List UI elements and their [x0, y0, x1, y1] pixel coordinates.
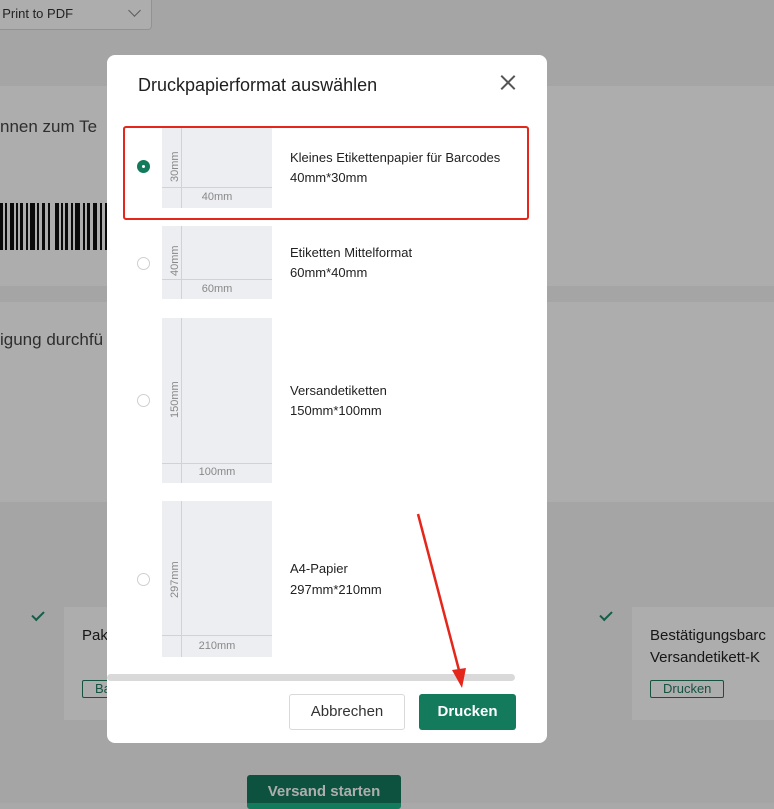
paper-height-label: 40mm — [169, 245, 181, 276]
annotation-highlight-box — [123, 126, 529, 220]
paper-preview: 210mm 297mm — [162, 501, 272, 657]
radio-unselected[interactable] — [137, 257, 150, 270]
dialog-title: Druckpapierformat auswählen — [138, 75, 378, 95]
horizontal-scrollbar[interactable] — [107, 674, 515, 681]
option-name: Etiketten Mittelformat — [290, 245, 413, 260]
paper-width-label: 210mm — [198, 640, 236, 652]
radio-unselected[interactable] — [137, 394, 150, 407]
close-icon[interactable] — [496, 71, 520, 95]
paper-width-label: 100mm — [198, 466, 236, 478]
paper-preview: 100mm 150mm — [162, 318, 272, 483]
option-name: Versandetiketten — [290, 383, 387, 398]
option-size: 150mm*100mm — [290, 403, 382, 418]
option-size: 297mm*210mm — [290, 582, 382, 597]
print-button[interactable]: Drucken — [419, 694, 516, 730]
option-size: 60mm*40mm — [290, 265, 368, 280]
paper-format-dialog: Druckpapierformat auswählen 40mm 30mm Kl… — [107, 55, 547, 743]
paper-width-label: 60mm — [201, 283, 233, 295]
paper-option-medium-label[interactable]: 60mm 40mm Etiketten Mittelformat 60mm*40… — [107, 226, 547, 299]
paper-option-a4[interactable]: 210mm 297mm A4-Papier 297mm*210mm — [107, 501, 547, 657]
radio-unselected[interactable] — [137, 573, 150, 586]
paper-option-shipping-label[interactable]: 100mm 150mm Versandetiketten 150mm*100mm — [107, 318, 547, 483]
cancel-button[interactable]: Abbrechen — [289, 694, 405, 730]
paper-height-label: 150mm — [169, 381, 181, 418]
paper-preview: 60mm 40mm — [162, 226, 272, 299]
paper-height-label: 297mm — [169, 561, 181, 598]
option-name: A4-Papier — [290, 561, 348, 576]
